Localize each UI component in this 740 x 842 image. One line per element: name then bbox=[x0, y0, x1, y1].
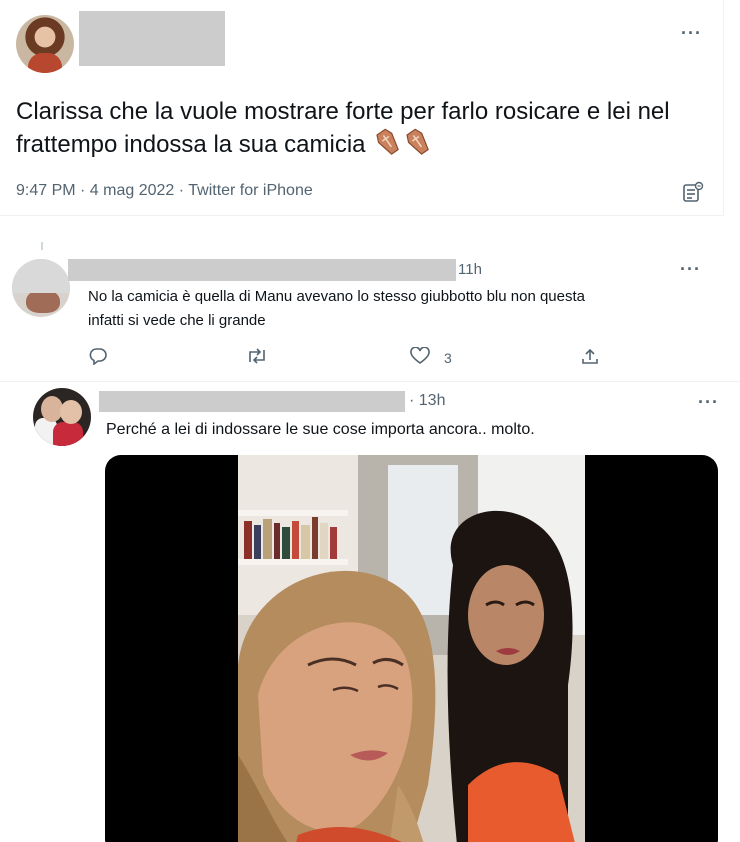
reply-icon[interactable] bbox=[88, 347, 108, 365]
reply-text-line: infatti si vede che li grande bbox=[88, 312, 266, 329]
divider bbox=[0, 381, 740, 382]
avatar-redaction bbox=[12, 259, 70, 293]
share-icon[interactable] bbox=[580, 347, 600, 365]
tweet-text: Clarissa che la vuole mostrare forte per… bbox=[16, 96, 716, 161]
reply-timestamp[interactable]: 11h bbox=[458, 261, 482, 278]
retweet-icon[interactable] bbox=[246, 347, 268, 365]
more-options-button[interactable]: ··· bbox=[681, 24, 702, 42]
more-options-button[interactable]: ··· bbox=[680, 260, 701, 278]
avatar-figure bbox=[28, 53, 62, 73]
reply-text: Perché a lei di indossare le sue cose im… bbox=[106, 421, 535, 438]
video-frame bbox=[238, 455, 585, 842]
reply-text: No la camicia è quella di Manu avevano l… bbox=[88, 285, 708, 333]
redacted-reply-author bbox=[99, 391, 405, 412]
redacted-author-name bbox=[79, 11, 225, 66]
column-border bbox=[723, 0, 724, 215]
reply-actions: 3 bbox=[0, 345, 724, 366]
reply-avatar[interactable] bbox=[33, 388, 91, 446]
coffin-emoji bbox=[376, 128, 400, 155]
like-count: 3 bbox=[444, 350, 452, 366]
video-media[interactable] bbox=[105, 455, 718, 842]
like-icon[interactable] bbox=[409, 347, 431, 365]
avatar-face bbox=[60, 400, 82, 424]
analytics-icon[interactable] bbox=[682, 181, 704, 203]
redacted-reply-author bbox=[68, 259, 456, 281]
reply-avatar[interactable] bbox=[12, 259, 70, 317]
thread-connector bbox=[41, 242, 43, 250]
divider bbox=[0, 215, 724, 216]
video-thumbnail bbox=[238, 455, 585, 842]
author-avatar[interactable] bbox=[16, 15, 74, 73]
more-options-button[interactable]: ··· bbox=[698, 393, 719, 411]
coffin-emoji bbox=[406, 128, 430, 155]
tweet-thread: ··· Clarissa che la vuole mostrare forte… bbox=[0, 0, 740, 842]
tweet-body: Clarissa che la vuole mostrare forte per… bbox=[16, 98, 670, 158]
tweet-metadata[interactable]: 9:47 PM · 4 mag 2022 · Twitter for iPhon… bbox=[16, 182, 313, 200]
reply-timestamp[interactable]: · 13h bbox=[409, 392, 445, 410]
reply-text-line: No la camicia è quella di Manu avevano l… bbox=[88, 288, 585, 305]
avatar-figure bbox=[53, 422, 83, 446]
